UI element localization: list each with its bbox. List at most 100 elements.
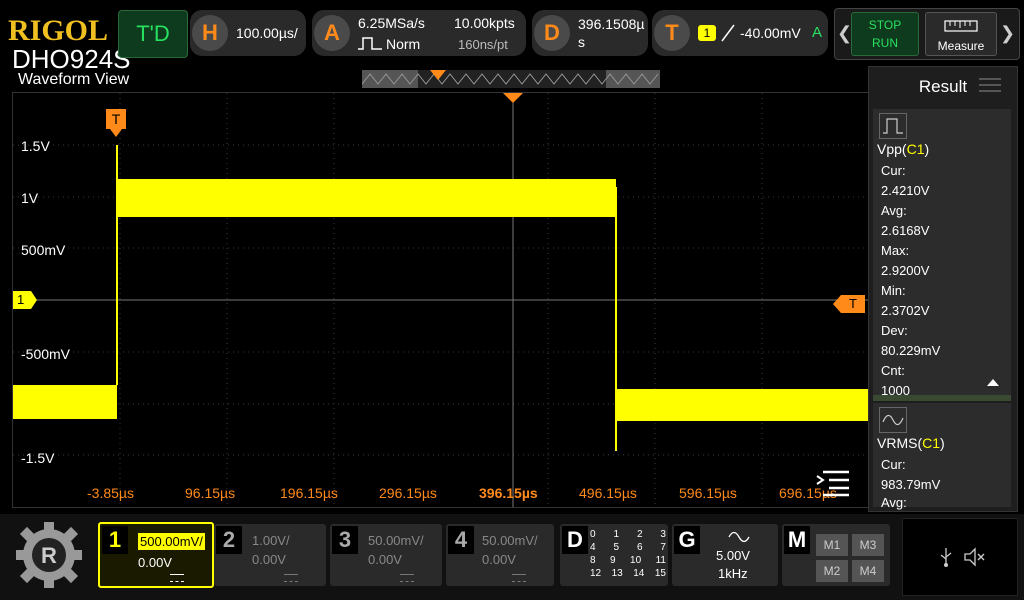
x-tick-label: 496.15µs xyxy=(579,485,637,501)
acquire-icon: A xyxy=(314,15,350,51)
digital-row: 0 1 2 3 xyxy=(590,528,666,541)
vpp-title: Vpp(C1) xyxy=(877,141,930,157)
memory-overview-bar[interactable] xyxy=(362,70,660,88)
delay-unit: s xyxy=(578,34,585,50)
stop-run-button[interactable]: STOP RUN xyxy=(851,12,919,56)
dc-coupling-icon xyxy=(284,574,298,582)
generator-letter: G xyxy=(674,526,700,554)
trigger-source-badge: 1 xyxy=(698,25,716,41)
channel1-offset: 0.00V xyxy=(138,555,172,570)
vpp-cnt-label: Cnt: xyxy=(881,363,905,378)
waveform-grid xyxy=(13,93,869,507)
digital-channel: 0 xyxy=(590,529,596,540)
menu-toggle-icon[interactable] xyxy=(813,467,853,497)
rigol-logo: RIGOL xyxy=(8,14,109,47)
digital-channel-grid: 0123 4567 8 9 10 11 12 13 14 15 xyxy=(590,528,666,580)
digital-letter: D xyxy=(562,526,588,554)
chevron-left-icon[interactable]: ❮ xyxy=(837,23,852,44)
vpp-max-label: Max: xyxy=(881,243,910,258)
math-letter: M xyxy=(784,526,810,554)
x-tick-label: 596.15µs xyxy=(679,485,737,501)
histogram-strip xyxy=(873,395,1011,401)
collapse-arrow-icon[interactable] xyxy=(987,379,999,386)
sample-rate: 6.25MSa/s xyxy=(358,15,425,31)
dc-coupling-icon xyxy=(170,574,184,582)
measure-label: Measure xyxy=(937,39,985,53)
channel3-box[interactable]: 3 50.00mV/ 0.00V xyxy=(330,524,442,586)
channel3-number: 3 xyxy=(332,526,358,554)
horizontal-panel[interactable]: H 100.00µs/ xyxy=(190,10,306,56)
result-menu-icon[interactable] xyxy=(979,77,1001,98)
home-gear-button[interactable]: R xyxy=(8,516,90,594)
digital-channel: 3 xyxy=(660,529,666,540)
trigger-position-marker[interactable]: T xyxy=(106,109,126,129)
digital-channel: 2 xyxy=(636,529,643,540)
memory-depth: 10.00kpts xyxy=(454,15,515,31)
trigger-position-pointer xyxy=(110,129,122,137)
generator-box[interactable]: G 5.00V 1kHz xyxy=(672,524,778,586)
math-m4-button[interactable]: M4 xyxy=(852,560,884,582)
digital-channel: 9 xyxy=(610,555,616,566)
channel1-scale: 500.00mV/ xyxy=(138,533,205,550)
waveform-display[interactable]: T 1 T 1.5V 1V 500mV -500mV -1.5V -3.85µs… xyxy=(12,92,870,508)
channel4-box[interactable]: 4 50.00mV/ 0.00V xyxy=(446,524,554,586)
digital-channel: 5 xyxy=(613,542,620,553)
gear-icon: R xyxy=(16,522,82,588)
y-label: 1.5V xyxy=(21,138,50,154)
vpp-measure-card[interactable]: Vpp(C1) Cur: 2.4210V Avg: 2.6168V Max: 2… xyxy=(873,109,1011,398)
math-m2-button[interactable]: M2 xyxy=(816,560,848,582)
vpp-cur-label: Cur: xyxy=(881,163,906,178)
trigger-mode-button[interactable]: T'D xyxy=(118,10,188,58)
acquire-panel[interactable]: A 6.25MSa/s Norm 10.00kpts 160ns/pt xyxy=(312,10,526,56)
vrms-cur-label: Cur: xyxy=(881,457,906,472)
status-area xyxy=(902,518,1018,596)
x-tick-label: 296.15µs xyxy=(379,485,437,501)
math-box[interactable]: M M1 M3 M2 M4 xyxy=(782,524,890,586)
vpp-cur-value: 2.4210V xyxy=(881,183,930,198)
vrms-measure-card[interactable]: VRMS(C1) Cur: 983.79mV Avg: xyxy=(873,403,1011,510)
chevron-right-icon[interactable]: ❯ xyxy=(1000,23,1015,44)
dc-coupling-icon xyxy=(512,574,526,582)
vpp-dev-label: Dev: xyxy=(881,323,908,338)
digital-channel: 8 xyxy=(590,555,596,566)
digital-channel: 10 xyxy=(630,555,642,566)
vrms-channel: C1 xyxy=(922,435,941,451)
channel2-box[interactable]: 2 1.00V/ 0.00V xyxy=(214,524,326,586)
delay-icon: D xyxy=(534,15,570,51)
speaker-muted-icon[interactable] xyxy=(963,547,987,572)
x-tick-label: 396.15µs xyxy=(479,485,538,501)
rms-measure-icon xyxy=(879,407,907,433)
channel3-scale: 50.00mV/ xyxy=(368,533,424,548)
measure-button[interactable]: Measure xyxy=(925,12,997,56)
trigger-icon: T xyxy=(654,15,690,51)
channel4-offset: 0.00V xyxy=(482,552,516,567)
digital-channel: 12 xyxy=(590,568,602,579)
vpp-avg-label: Avg: xyxy=(881,203,907,218)
acquire-mode: Norm xyxy=(386,36,421,52)
memory-trigger-marker xyxy=(430,70,446,80)
channel1-box[interactable]: 1 500.00mV/ 0.00V xyxy=(98,522,214,588)
time-per-point: 160ns/pt xyxy=(458,37,508,52)
delay-panel[interactable]: D 396.1508µ s xyxy=(532,10,648,56)
x-tick-label: -3.85µs xyxy=(87,485,134,501)
digital-row: 4 5 6 7 xyxy=(590,541,666,554)
vrms-title: VRMS(C1) xyxy=(877,435,945,451)
y-label: 1V xyxy=(21,190,39,206)
digital-channel: 7 xyxy=(660,542,666,553)
channel3-offset: 0.00V xyxy=(368,552,402,567)
digital-box[interactable]: D 0123 4567 8 9 10 11 12 13 14 15 xyxy=(560,524,668,586)
usb-icon xyxy=(939,547,953,572)
trigger-panel[interactable]: T 1 -40.00mV A xyxy=(652,10,828,56)
ruler-icon xyxy=(944,17,978,38)
vpp-min-value: 2.3702V xyxy=(881,303,930,318)
y-label: 500mV xyxy=(21,242,66,258)
x-tick-label: 96.15µs xyxy=(185,485,236,501)
vpp-avg-value: 2.6168V xyxy=(881,223,930,238)
delay-value: 396.1508µ xyxy=(578,16,645,32)
run-control-area: ❮ STOP RUN Measure ❯ xyxy=(834,8,1020,60)
math-m1-button[interactable]: M1 xyxy=(816,534,848,556)
math-m3-button[interactable]: M3 xyxy=(852,534,884,556)
generator-amplitude: 5.00V xyxy=(716,548,750,563)
digital-channel: 13 xyxy=(611,568,623,579)
vpp-min-label: Min: xyxy=(881,283,906,298)
